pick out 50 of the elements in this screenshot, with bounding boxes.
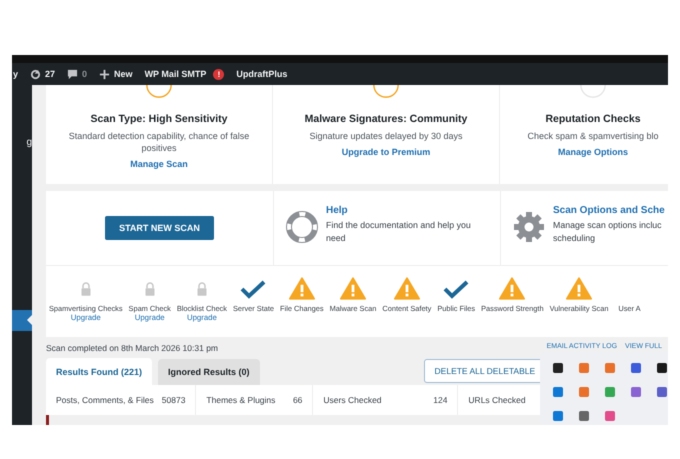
info-description: Find the documentation and help you need	[326, 219, 472, 244]
stat-label: Themes & Plugins	[206, 395, 276, 406]
comment-icon	[67, 68, 78, 80]
checkmark-icon	[443, 278, 470, 299]
lock-icon	[80, 280, 92, 297]
alert-badge: !	[213, 68, 224, 80]
lock-icon	[144, 280, 156, 297]
new-link[interactable]: New	[99, 68, 133, 80]
card-description: Signature updates delayed by 30 days	[309, 130, 463, 142]
info-link[interactable]: Scan Options and Sche	[553, 205, 665, 216]
stat-value: 66	[292, 395, 302, 406]
scan-completed-text: Scan completed on 8th March 2026 10:31 pm	[46, 343, 218, 356]
updates-link[interactable]: 27	[30, 68, 56, 80]
card-link[interactable]: Upgrade to Premium	[342, 147, 430, 158]
stat-value: 50873	[162, 395, 186, 406]
card-title: Scan Type: High Sensitivity	[90, 113, 228, 125]
card-link[interactable]: Manage Options	[558, 147, 628, 158]
sidebar-active-item[interactable]	[12, 310, 32, 331]
lock-icon	[196, 280, 208, 297]
lifebuoy-icon	[286, 211, 318, 244]
comments-link[interactable]: 0	[67, 68, 88, 80]
refresh-icon	[30, 68, 42, 80]
stat-label: Users Checked	[323, 395, 382, 406]
sidebar-item[interactable]: g	[12, 137, 32, 149]
stat-value: 124	[433, 395, 448, 406]
card-title: Malware Signatures: Community	[304, 113, 468, 125]
menu-link[interactable]: WP Mail SMTP !	[144, 68, 224, 80]
results-tab[interactable]: Ignored Results (0)	[158, 359, 260, 386]
card-title: Reputation Checks	[545, 113, 641, 125]
results-tab[interactable]: Results Found (221)	[46, 358, 152, 386]
warning-icon	[566, 277, 592, 300]
info-description: Manage scan options incluc scheduling	[553, 219, 663, 244]
card-link[interactable]: Manage Scan	[130, 159, 188, 170]
info-link[interactable]: Help	[326, 205, 488, 216]
menu-link[interactable]: y	[13, 69, 18, 79]
start-scan-button[interactable]: START NEW SCAN	[105, 216, 214, 240]
stat-label: URLs Checked	[468, 395, 526, 406]
app-icon[interactable]	[656, 362, 668, 374]
gear-icon	[513, 211, 545, 244]
card-description: Check spam & spamvertising blo	[527, 130, 659, 142]
card-description: Standard detection capability, chance of false positives	[68, 130, 250, 154]
app-icon[interactable]	[552, 362, 564, 374]
warning-icon	[288, 277, 315, 300]
stat-label: Posts, Comments, & Files	[56, 395, 154, 406]
checkmark-icon	[240, 278, 266, 299]
warning-icon	[499, 277, 526, 300]
menu-link[interactable]: UpdraftPlus	[236, 69, 288, 79]
plus-icon	[99, 68, 110, 80]
warning-icon	[394, 277, 420, 300]
warning-icon	[340, 277, 366, 300]
